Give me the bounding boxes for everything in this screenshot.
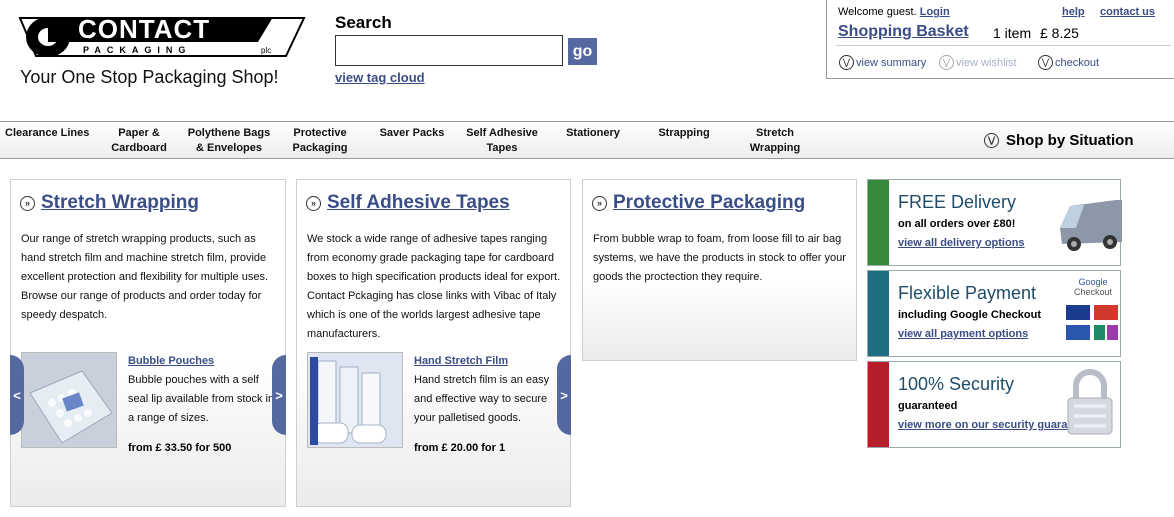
view-wishlist-link[interactable]: ⋁ view wishlist: [939, 55, 1017, 70]
nav-item-clearance-lines[interactable]: Clearance Lines: [5, 126, 89, 141]
promo-color-bar: [868, 362, 889, 447]
svg-text:PACKAGING: PACKAGING: [83, 45, 191, 55]
chevron-down-circle-icon: ⋁: [1038, 55, 1053, 70]
promo-security: 100% Security guaranteed view more on ou…: [867, 361, 1121, 448]
login-link[interactable]: Login: [920, 6, 950, 18]
nav-item-paper-cardboard[interactable]: Paper & Cardboard: [104, 126, 174, 156]
svg-text:plc: plc: [261, 46, 271, 55]
search-input[interactable]: [335, 35, 563, 66]
search-go-button[interactable]: go: [568, 38, 597, 65]
welcome-label: Welcome guest.: [838, 6, 917, 18]
self-adhesive-tapes-title-link[interactable]: Self Adhesive Tapes: [327, 192, 510, 214]
chevron-down-circle-icon: ⋁: [839, 55, 854, 70]
panel-title: » Protective Packaging: [592, 192, 805, 214]
nav-item-self-adhesive-tapes[interactable]: Self Adhesive Tapes: [462, 126, 542, 156]
product-price: from £ 20.00 for 1: [414, 442, 506, 454]
promo-heading: FREE Delivery: [898, 192, 1017, 212]
shopping-basket-link[interactable]: Shopping Basket: [838, 23, 969, 41]
welcome-text: Welcome guest. Login: [838, 6, 950, 18]
hand-stretch-film-image[interactable]: [307, 352, 403, 448]
chevron-down-circle-icon: ⋁: [984, 133, 999, 148]
google-label: Google: [1078, 277, 1108, 287]
nav-item-polythene-bags[interactable]: Polythene Bags & Envelopes: [184, 126, 274, 156]
panel-stretch-wrapping: » Stretch Wrapping Our range of stretch …: [10, 179, 286, 507]
product-price: from £ 33.50 for 500: [128, 442, 232, 454]
product-description: Bubble pouches with a self seal lip avai…: [128, 374, 275, 424]
google-checkout-badge: Google Checkout: [1064, 277, 1122, 297]
panel-title: » Self Adhesive Tapes: [306, 192, 510, 214]
basket-item-count: 1 item: [993, 25, 1032, 41]
promo-heading: 100% Security: [898, 374, 1015, 394]
chevron-right-circle-icon: »: [306, 195, 321, 211]
checkout-label: checkout: [1055, 56, 1100, 69]
promo-heading: Flexible Payment: [898, 283, 1037, 303]
search-label: Search: [335, 13, 392, 32]
bubble-pouches-image[interactable]: [21, 352, 117, 448]
nav-item-saver-packs[interactable]: Saver Packs: [375, 126, 449, 141]
carousel-next-arrow[interactable]: >: [557, 355, 571, 435]
panel-protective-packaging: » Protective Packaging From bubble wrap …: [582, 179, 857, 361]
bubble-pouches-link[interactable]: Bubble Pouches: [128, 355, 214, 367]
carousel-prev-arrow[interactable]: <: [10, 355, 24, 435]
promo-color-bar: [868, 180, 889, 265]
account-box: Welcome guest. Login help contact us Sho…: [826, 0, 1174, 79]
carousel-next-arrow[interactable]: >: [272, 355, 286, 435]
view-wishlist-label: view wishlist: [956, 56, 1017, 69]
view-summary-link[interactable]: ⋁ view summary: [839, 55, 926, 70]
promo-subtext: on all orders over £80!: [898, 218, 1016, 230]
panel-description: Our range of stretch wrapping products, …: [21, 233, 269, 321]
view-summary-label: view summary: [856, 56, 927, 69]
delivery-van-icon: [1060, 200, 1122, 251]
protective-packaging-title-link[interactable]: Protective Packaging: [613, 192, 805, 214]
stretch-wrapping-title-link[interactable]: Stretch Wrapping: [41, 192, 199, 214]
promo-subtext: including Google Checkout: [898, 309, 1041, 321]
promo-color-bar: [868, 271, 889, 356]
nav-item-stretch-wrapping[interactable]: Stretch Wrapping: [740, 126, 810, 156]
payment-cards-icon: [1066, 305, 1118, 340]
shop-by-situation-button[interactable]: ⋁ Shop by Situation: [984, 132, 1134, 149]
chevron-right-circle-icon: »: [20, 195, 35, 211]
product-description: Hand stretch film is an easy and effecti…: [414, 374, 550, 424]
shop-by-situation-label: Shop by Situation: [1006, 132, 1134, 149]
help-link[interactable]: help: [1062, 6, 1085, 18]
tagline: Your One Stop Packaging Shop!: [20, 67, 279, 87]
promo-flexible-payment: Flexible Payment including Google Checko…: [867, 270, 1121, 357]
promo-free-delivery: FREE Delivery on all orders over £80! vi…: [867, 179, 1122, 266]
hand-stretch-film-link[interactable]: Hand Stretch Film: [414, 355, 508, 367]
panel-description: From bubble wrap to foam, from loose fil…: [593, 233, 846, 283]
view-tag-cloud-link[interactable]: view tag cloud: [335, 70, 425, 85]
svg-text:CONTACT: CONTACT: [78, 14, 210, 44]
view-delivery-options-link[interactable]: view all delivery options: [898, 237, 1025, 249]
chevron-down-circle-icon: ⋁: [939, 55, 954, 70]
category-nav-bar: Clearance Lines Paper & Cardboard Polyth…: [0, 121, 1174, 159]
padlock-icon: [1067, 369, 1113, 435]
contact-packaging-logo[interactable]: CONTACT PACKAGING plc: [18, 12, 306, 62]
nav-item-stationery[interactable]: Stationery: [558, 126, 628, 141]
panel-title: » Stretch Wrapping: [20, 192, 199, 214]
contact-us-link[interactable]: contact us: [1100, 6, 1155, 18]
promo-subtext: guaranteed: [898, 400, 958, 412]
account-divider: [836, 45, 1171, 46]
basket-total: £ 8.25: [1040, 25, 1079, 41]
nav-item-strapping[interactable]: Strapping: [650, 126, 718, 141]
checkout-link[interactable]: ⋁ checkout: [1038, 55, 1099, 70]
view-payment-options-link[interactable]: view all payment options: [898, 328, 1028, 340]
checkout-label: Checkout: [1073, 287, 1113, 297]
panel-self-adhesive-tapes: » Self Adhesive Tapes We stock a wide ra…: [296, 179, 571, 507]
chevron-right-circle-icon: »: [592, 195, 607, 211]
panel-description: We stock a wide range of adhesive tapes …: [307, 233, 561, 340]
nav-item-protective-packaging[interactable]: Protective Packaging: [285, 126, 355, 156]
